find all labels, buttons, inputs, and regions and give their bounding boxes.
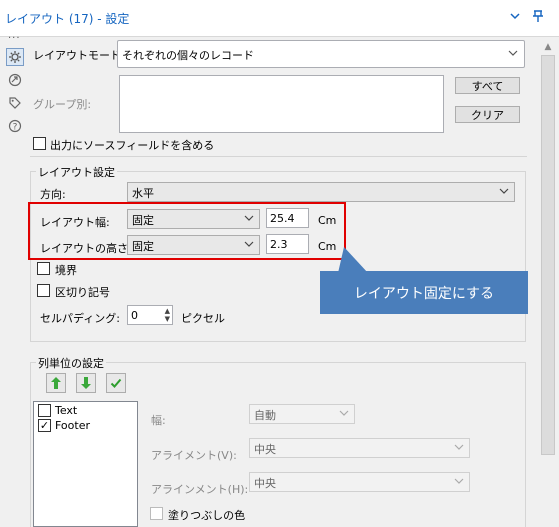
layout-mode-label: レイアウトモード: [33,49,125,62]
tag-icon[interactable] [6,94,24,112]
field-footer-checkbox[interactable]: ✓ [38,419,51,432]
field-text-checkbox[interactable] [38,404,51,417]
layout-settings-header: レイアウト設定 [36,164,117,180]
chevron-down-icon [499,186,509,199]
cell-padding-label: セルパディング: [40,312,120,325]
separator-checkbox[interactable] [37,284,50,297]
cell-padding-stepper[interactable]: 0 ▲ ▼ [127,305,173,325]
alignment-v-label: アライメント(V): [151,449,237,462]
include-source-checkbox[interactable] [33,137,46,150]
highlight-box [28,202,346,260]
border-label: 境界 [55,264,77,277]
layout-mode-value: それぞれの個々のレコード [122,49,254,62]
checkmark-icon[interactable] [106,373,126,393]
arrow-up-icon[interactable] [46,373,66,393]
separator-label: 区切り記号 [55,286,110,299]
group-by-label: グループ別: [33,98,92,111]
divider [30,156,527,157]
clear-button[interactable]: クリア [455,106,520,123]
chevron-down-icon [508,48,518,61]
chevron-down-icon[interactable] [507,8,523,24]
chevron-down-icon [454,476,464,489]
alignment-h-label: アラインメント(H): [151,483,249,496]
gear-icon[interactable] [6,48,24,66]
alignment-h-select[interactable]: 中央 [249,472,470,492]
stepper-down-icon[interactable]: ▼ [165,315,170,323]
alignment-v-select[interactable]: 中央 [249,438,470,458]
field-text-label: Text [55,404,78,417]
fill-color-checkbox[interactable] [150,507,163,520]
border-checkbox[interactable] [37,262,50,275]
window-title: レイアウト (17) - 設定 [5,12,130,26]
direction-label: 方向: [40,188,66,201]
help-icon[interactable]: ? [6,117,24,135]
include-source-label: 出力にソースフィールドを含める [50,139,215,152]
callout-text: レイアウト固定にする [353,285,495,302]
list-item[interactable]: ✓ Footer [38,419,90,432]
layout-mode-select[interactable]: それぞれの個々のレコード [117,40,525,68]
direction-select[interactable]: 水平 [127,182,515,202]
connection-icon[interactable] [6,71,24,89]
field-footer-label: Footer [55,419,90,432]
stepper-up-icon[interactable]: ▲ [165,307,170,315]
chevron-down-icon [339,408,349,421]
select-all-button[interactable]: すべて [455,77,520,94]
column-width-select[interactable]: 自動 [249,404,355,424]
group-by-list[interactable] [119,75,444,133]
column-settings-header: 列単位の設定 [36,355,106,371]
more-icon[interactable]: ··· [8,33,21,44]
scrollbar-thumb[interactable] [541,55,555,455]
title-bar: レイアウト (17) - 設定 [0,0,559,37]
scroll-up-icon[interactable]: ▲ [538,39,558,55]
callout-box: レイアウト固定にする [320,271,528,314]
arrow-down-icon[interactable] [76,373,96,393]
column-width-label: 幅: [151,414,166,427]
chevron-down-icon [454,442,464,455]
direction-value: 水平 [132,187,154,200]
pin-icon[interactable] [530,8,546,24]
cell-padding-unit: ピクセル [181,312,225,325]
fill-color-label: 塗りつぶしの色 [168,509,246,522]
list-item[interactable]: Text [38,404,77,417]
svg-text:?: ? [13,123,18,133]
field-list[interactable]: Text ✓ Footer [33,401,138,527]
